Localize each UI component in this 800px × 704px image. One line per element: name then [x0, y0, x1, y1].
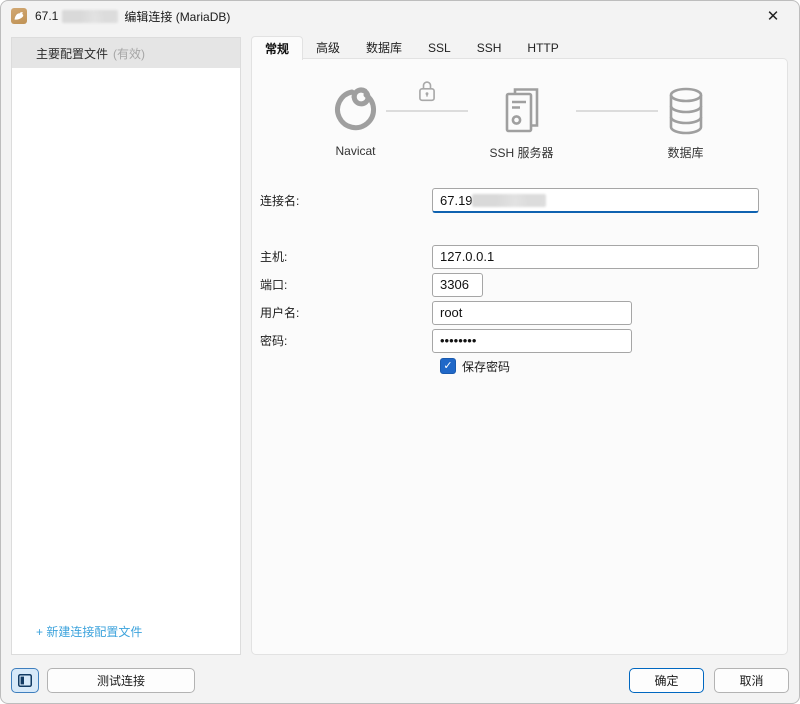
port-row: 端口: — [260, 272, 787, 297]
tab-databases[interactable]: 数据库 — [353, 36, 415, 59]
tab-ssl[interactable]: SSL — [415, 36, 464, 59]
window-title-prefix: 67.1 — [35, 9, 58, 23]
navicat-app-icon — [11, 8, 27, 24]
edit-connection-dialog: 67.1 编辑连接 (MariaDB) ✕ 主要配置文件 (有效) + 新建连接… — [0, 0, 800, 704]
tab-ssh[interactable]: SSH — [464, 36, 515, 59]
form-spacer — [260, 216, 787, 244]
close-icon[interactable]: ✕ — [757, 4, 789, 28]
username-label: 用户名: — [260, 304, 432, 321]
connection-name-row: 连接名: — [260, 188, 787, 213]
ssh-server-icon — [499, 85, 545, 137]
username-row: 用户名: — [260, 300, 787, 325]
general-tab-panel: Navicat — [251, 58, 788, 655]
password-row: 密码: — [260, 328, 787, 353]
connection-name-redaction — [472, 194, 546, 207]
connection-name-label: 连接名: — [260, 192, 432, 209]
cancel-button[interactable]: 取消 — [714, 668, 789, 693]
password-input[interactable] — [432, 329, 632, 353]
bird-glyph — [13, 10, 25, 22]
username-input[interactable] — [432, 301, 632, 325]
tab-general[interactable]: 常规 — [251, 36, 303, 60]
navicat-logo-icon — [332, 86, 380, 136]
new-profile-link[interactable]: + 新建连接配置文件 — [12, 615, 240, 654]
connection-form: 连接名: 主机: 端口: 用户名: 密码: — [252, 188, 787, 375]
tab-advanced[interactable]: 高级 — [303, 36, 353, 59]
tabbar: 常规 高级 数据库 SSL SSH HTTP — [251, 36, 572, 59]
connector-line-1 — [386, 110, 468, 112]
diagram-database-label: 数据库 — [667, 144, 703, 161]
window-title: 编辑连接 (MariaDB) — [124, 8, 230, 25]
diagram-navicat-label: Navicat — [335, 144, 375, 158]
diagram-ssh-node: SSH 服务器 — [474, 84, 570, 161]
database-icon — [664, 85, 708, 137]
save-password-label: 保存密码 — [462, 358, 510, 375]
profiles-header-note: (有效) — [113, 45, 145, 62]
diagram-ssh-label: SSH 服务器 — [489, 144, 553, 161]
test-connection-button[interactable]: 测试连接 — [47, 668, 195, 693]
diagram-navicat-node: Navicat — [332, 84, 380, 158]
toggle-sidebar-button[interactable] — [11, 668, 39, 693]
port-input[interactable] — [432, 273, 483, 297]
profiles-header: 主要配置文件 (有效) — [12, 38, 240, 68]
tab-http[interactable]: HTTP — [514, 36, 571, 59]
titlebar: 67.1 编辑连接 (MariaDB) ✕ — [1, 1, 799, 31]
lock-icon — [416, 79, 438, 103]
port-label: 端口: — [260, 276, 432, 293]
title-redaction — [62, 10, 118, 23]
profiles-header-label: 主要配置文件 — [36, 45, 108, 62]
save-password-checkbox[interactable]: ✓ — [440, 358, 456, 374]
profiles-sidebar: 主要配置文件 (有效) + 新建连接配置文件 — [11, 37, 241, 655]
password-label: 密码: — [260, 332, 432, 349]
host-input[interactable] — [432, 245, 759, 269]
connection-diagram: Navicat — [252, 84, 787, 161]
host-label: 主机: — [260, 248, 432, 265]
checkmark-icon: ✓ — [443, 361, 452, 372]
diagram-database-node: 数据库 — [664, 84, 708, 161]
sidebar-panel-icon — [18, 674, 32, 687]
save-password-row: ✓ 保存密码 — [440, 357, 787, 375]
profiles-list[interactable] — [12, 68, 240, 615]
connector-line-2 — [576, 110, 658, 112]
dialog-footer: 测试连接 确定 取消 — [1, 657, 799, 703]
ok-button[interactable]: 确定 — [629, 668, 704, 693]
host-row: 主机: — [260, 244, 787, 269]
